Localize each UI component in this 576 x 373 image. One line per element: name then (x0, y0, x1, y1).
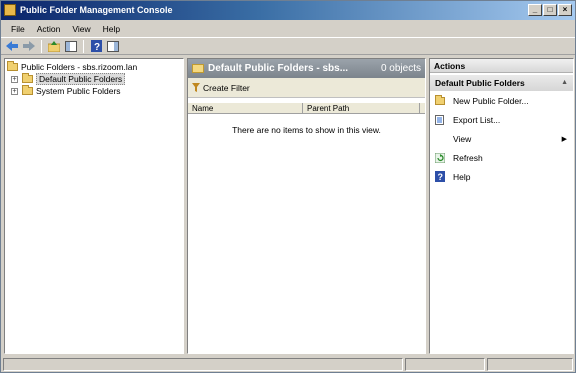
menu-file[interactable]: File (5, 24, 31, 34)
results-title: Default Public Folders - sbs... (208, 63, 349, 74)
folder-icon (7, 61, 18, 71)
expand-icon[interactable]: + (11, 75, 18, 83)
toolbar-separator (41, 39, 42, 53)
expand-icon[interactable]: + (11, 87, 18, 95)
svg-text:?: ? (94, 42, 100, 52)
new-folder-icon (435, 94, 445, 106)
navigation-tree: Public Folders - sbs.rizoom.lan + Defaul… (4, 58, 184, 354)
column-name[interactable]: Name (188, 103, 303, 113)
tree-item-default-public-folders[interactable]: + Default Public Folders (7, 73, 181, 85)
empty-message: There are no items to show in this view. (232, 125, 381, 135)
object-count: 0 objects (380, 63, 421, 74)
help-icon[interactable]: ? (89, 39, 103, 53)
export-list-icon (435, 114, 445, 125)
action-label: New Public Folder... (453, 95, 529, 106)
back-arrow-icon[interactable] (5, 39, 19, 53)
tree-item-label: System Public Folders (36, 86, 121, 96)
minimize-button[interactable]: _ (528, 4, 542, 16)
status-segment (405, 358, 485, 371)
toolbar-separator (83, 39, 84, 53)
menu-action[interactable]: Action (31, 24, 67, 34)
create-filter-label: Create Filter (203, 82, 250, 93)
tree-root[interactable]: Public Folders - sbs.rizoom.lan (7, 61, 181, 73)
action-label: Refresh (453, 152, 483, 163)
create-filter-button[interactable]: Create Filter (188, 78, 425, 98)
toolbar: ? (1, 37, 575, 55)
window-title: Public Folder Management Console (20, 5, 173, 15)
action-view[interactable]: View ▶ (430, 129, 573, 148)
app-window: Public Folder Management Console _ □ × F… (0, 0, 576, 373)
status-segment (487, 358, 573, 371)
tree-item-system-public-folders[interactable]: + System Public Folders (7, 85, 181, 97)
column-parent-path[interactable]: Parent Path (303, 103, 420, 113)
menu-view[interactable]: View (66, 24, 96, 34)
tree-root-label: Public Folders - sbs.rizoom.lan (21, 62, 138, 72)
menu-help[interactable]: Help (97, 24, 126, 34)
action-label: Help (453, 171, 471, 182)
maximize-button[interactable]: □ (543, 4, 557, 16)
help-icon: ? (435, 171, 445, 182)
folder-icon (22, 85, 33, 95)
action-label: Export List... (453, 114, 501, 125)
collapse-icon[interactable]: ▲ (561, 75, 568, 91)
window-controls: _ □ × (528, 4, 572, 16)
action-pane-icon[interactable] (106, 39, 120, 53)
status-bar (1, 357, 575, 372)
action-label: View (453, 133, 472, 144)
action-export-list[interactable]: Export List... (430, 110, 573, 129)
action-refresh[interactable]: Refresh (430, 148, 573, 167)
folder-icon (192, 64, 204, 73)
up-folder-icon[interactable] (47, 39, 61, 53)
submenu-arrow-icon: ▶ (561, 135, 567, 143)
actions-section-label: Default Public Folders (435, 78, 525, 88)
tree-item-label: Default Public Folders (36, 73, 126, 85)
title-bar[interactable]: Public Folder Management Console _ □ × (1, 1, 575, 20)
menu-bar: File Action View Help (1, 20, 575, 37)
status-segment (3, 358, 403, 371)
results-pane: Default Public Folders - sbs... 0 object… (187, 58, 426, 354)
actions-header: Actions (430, 59, 573, 73)
show-hide-tree-icon[interactable] (64, 39, 78, 53)
action-new-public-folder[interactable]: New Public Folder... (430, 91, 573, 110)
results-header: Default Public Folders - sbs... 0 object… (188, 59, 425, 78)
action-help[interactable]: ? Help (430, 167, 573, 186)
forward-arrow-icon[interactable] (22, 39, 36, 53)
folder-icon (22, 73, 33, 83)
actions-pane: Actions Default Public Folders ▲ New Pub… (429, 58, 574, 354)
svg-text:?: ? (438, 172, 444, 182)
refresh-icon (435, 152, 445, 163)
actions-section-header[interactable]: Default Public Folders ▲ (430, 75, 573, 91)
close-button[interactable]: × (558, 4, 572, 16)
app-icon (4, 4, 16, 16)
column-headers: Name Parent Path (188, 102, 425, 114)
filter-icon (192, 83, 200, 92)
